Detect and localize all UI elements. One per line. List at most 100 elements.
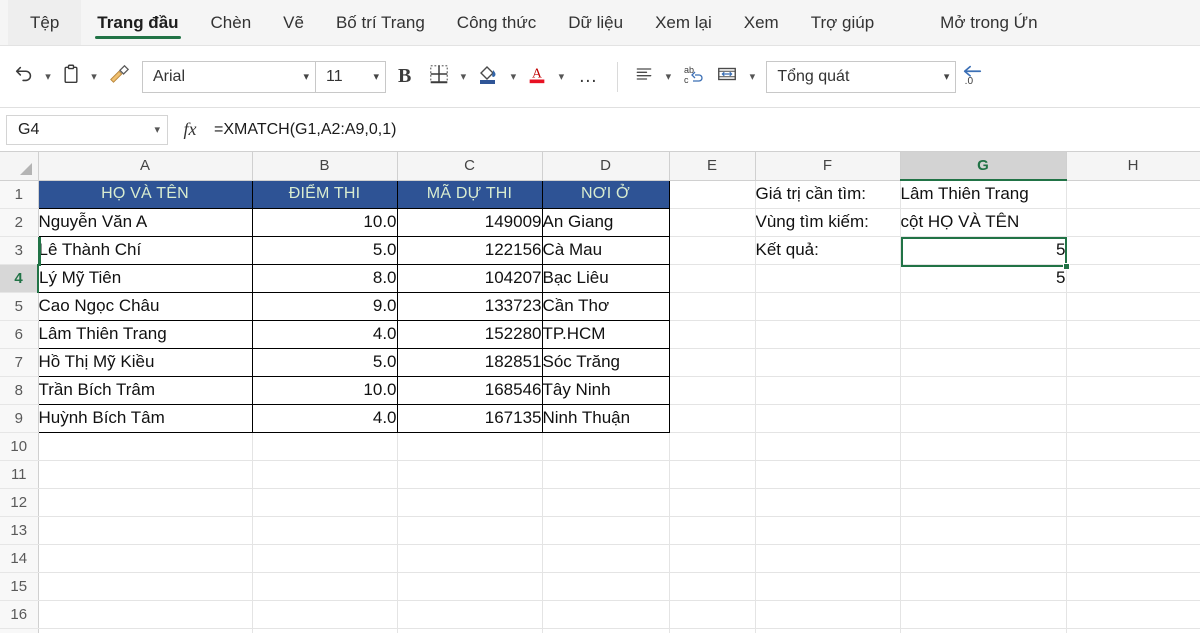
row-header-6[interactable]: 6 <box>0 320 39 349</box>
cell-c17[interactable] <box>397 628 543 633</box>
cell-d2[interactable]: An Giang <box>541 207 670 237</box>
cell-b4[interactable]: 8.0 <box>251 263 398 293</box>
select-all-corner[interactable] <box>0 152 39 181</box>
cell-f3[interactable]: Kết quả: <box>755 236 901 265</box>
cell-a13[interactable] <box>38 516 253 545</box>
cell-c10[interactable] <box>397 432 543 461</box>
cell-h7[interactable] <box>1066 348 1200 377</box>
wrap-text-button[interactable]: ab c <box>676 58 710 96</box>
cell-c16[interactable] <box>397 600 543 629</box>
cell-h16[interactable] <box>1066 600 1200 629</box>
cell-h6[interactable] <box>1066 320 1200 349</box>
cell-c7[interactable]: 182851 <box>396 347 543 377</box>
cell-c15[interactable] <box>397 572 543 601</box>
cell-h11[interactable] <box>1066 460 1200 489</box>
row-header-7[interactable]: 7 <box>0 348 39 377</box>
cell-a15[interactable] <box>38 572 253 601</box>
cell-g11[interactable] <box>900 460 1067 489</box>
cell-f17[interactable] <box>755 628 901 633</box>
cell-f15[interactable] <box>755 572 901 601</box>
cell-f8[interactable] <box>755 376 901 405</box>
cell-d5[interactable]: Cần Thơ <box>541 291 670 321</box>
cell-h3[interactable] <box>1066 236 1200 265</box>
cell-b1[interactable]: ĐIỂM THI <box>251 179 398 209</box>
tab-help[interactable]: Trợ giúp <box>795 0 890 45</box>
cell-e7[interactable] <box>669 348 756 377</box>
cell-g4[interactable]: 5 <box>900 264 1067 293</box>
cell-d16[interactable] <box>542 600 670 629</box>
cell-f7[interactable] <box>755 348 901 377</box>
cell-h8[interactable] <box>1066 376 1200 405</box>
cell-b16[interactable] <box>252 600 398 629</box>
cell-a4[interactable]: Lý Mỹ Tiên <box>37 263 253 293</box>
cell-a14[interactable] <box>38 544 253 573</box>
row-header-2[interactable]: 2 <box>0 208 39 237</box>
cell-g1[interactable]: Lâm Thiên Trang <box>900 180 1067 209</box>
cell-d7[interactable]: Sóc Trăng <box>541 347 670 377</box>
cell-b7[interactable]: 5.0 <box>251 347 398 377</box>
open-in-app-button[interactable]: Mở trong Ứn <box>924 0 1053 45</box>
cell-f6[interactable] <box>755 320 901 349</box>
cell-a16[interactable] <box>38 600 253 629</box>
cell-c12[interactable] <box>397 488 543 517</box>
cell-h15[interactable] <box>1066 572 1200 601</box>
row-header-11[interactable]: 11 <box>0 460 39 489</box>
cell-d17[interactable] <box>542 628 670 633</box>
cell-b3[interactable]: 5.0 <box>251 235 398 265</box>
row-header-1[interactable]: 1 <box>0 180 39 209</box>
cell-f14[interactable] <box>755 544 901 573</box>
cell-e16[interactable] <box>669 600 756 629</box>
format-painter-button[interactable] <box>102 58 136 96</box>
cell-f16[interactable] <box>755 600 901 629</box>
cell-g7[interactable] <box>900 348 1067 377</box>
cell-e4[interactable] <box>669 264 756 293</box>
cell-b9[interactable]: 4.0 <box>251 403 398 433</box>
bold-button[interactable]: B <box>386 58 423 96</box>
cell-a5[interactable]: Cao Ngọc Châu <box>37 291 253 321</box>
row-header-3[interactable]: 3 <box>0 236 39 265</box>
cell-g15[interactable] <box>900 572 1067 601</box>
cell-h4[interactable] <box>1066 264 1200 293</box>
paste-button[interactable] <box>56 58 86 96</box>
cell-d8[interactable]: Tây Ninh <box>541 375 670 405</box>
borders-dropdown-chevron-down-icon[interactable]: ▾ <box>455 70 471 83</box>
cell-c11[interactable] <box>397 460 543 489</box>
font-color-chevron-down-icon[interactable]: ▾ <box>553 70 569 83</box>
cell-h12[interactable] <box>1066 488 1200 517</box>
cell-g5[interactable] <box>900 292 1067 321</box>
cell-g14[interactable] <box>900 544 1067 573</box>
more-font-options-button[interactable]: … <box>569 58 607 96</box>
row-header-10[interactable]: 10 <box>0 432 39 461</box>
cell-e6[interactable] <box>669 320 756 349</box>
cell-e1[interactable] <box>669 180 756 209</box>
font-color-button[interactable]: A <box>521 58 553 96</box>
cell-b17[interactable] <box>252 628 398 633</box>
row-header-14[interactable]: 14 <box>0 544 39 573</box>
tab-formulas[interactable]: Công thức <box>441 0 552 45</box>
cell-d13[interactable] <box>542 516 670 545</box>
cell-h13[interactable] <box>1066 516 1200 545</box>
cell-c9[interactable]: 167135 <box>396 403 543 433</box>
cell-f4[interactable] <box>755 264 901 293</box>
paste-dropdown-chevron-down-icon[interactable]: ▾ <box>86 70 102 83</box>
column-header-f[interactable]: F <box>755 152 901 181</box>
fill-color-button[interactable] <box>471 58 505 96</box>
cell-a6[interactable]: Lâm Thiên Trang <box>37 319 253 349</box>
cell-h14[interactable] <box>1066 544 1200 573</box>
insert-function-icon[interactable]: fx <box>168 119 212 140</box>
cell-h17[interactable] <box>1066 628 1200 633</box>
tab-file[interactable]: Tệp <box>8 0 82 45</box>
spreadsheet-grid[interactable]: A B C D E F G H 1 HỌ VÀ TÊN ĐIỂM THI MÃ … <box>0 152 1200 633</box>
cell-g17[interactable] <box>900 628 1067 633</box>
cell-f1[interactable]: Giá trị cần tìm: <box>755 180 901 209</box>
cell-a8[interactable]: Trần Bích Trâm <box>37 375 253 405</box>
cell-a17[interactable] <box>38 628 253 633</box>
cell-e5[interactable] <box>669 292 756 321</box>
cell-f12[interactable] <box>755 488 901 517</box>
cell-a1[interactable]: HỌ VÀ TÊN <box>37 179 253 209</box>
cell-b11[interactable] <box>252 460 398 489</box>
row-header-9[interactable]: 9 <box>0 404 39 433</box>
tab-draw[interactable]: Vẽ <box>267 0 320 45</box>
cell-a2[interactable]: Nguyễn Văn A <box>37 207 253 237</box>
align-button[interactable] <box>628 58 660 96</box>
